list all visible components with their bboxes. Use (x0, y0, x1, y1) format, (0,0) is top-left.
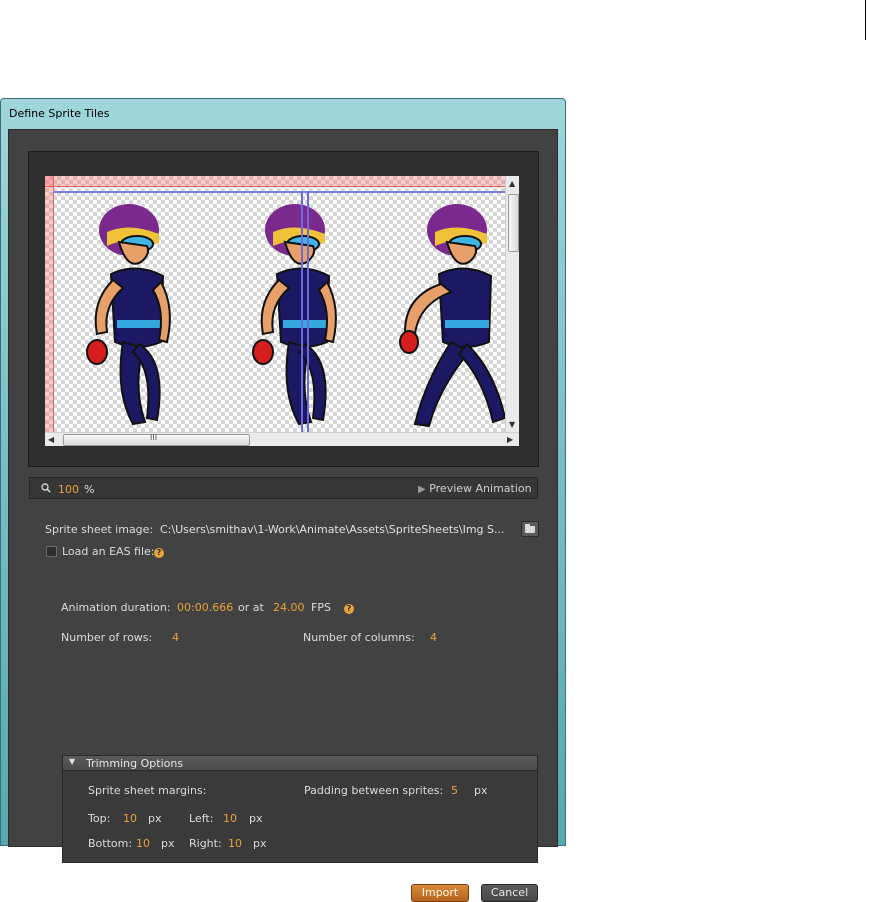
top-right-edge-line (865, 0, 866, 40)
padding-label: Padding between sprites: (304, 784, 444, 797)
animation-duration-value[interactable]: 00:00.666 (177, 601, 233, 614)
scroll-grip-icon: III (150, 433, 158, 442)
bottom-margin-label: Bottom: (88, 837, 133, 850)
trimming-options-panel: Sprite sheet margins: Padding between sp… (62, 771, 538, 863)
top-margin-unit: px (148, 812, 162, 825)
bottom-margin-value[interactable]: 10 (136, 837, 150, 850)
import-button[interactable]: Import (411, 884, 469, 902)
top-margin-value[interactable]: 10 (123, 812, 137, 825)
define-sprite-tiles-dialog: Define Sprite Tiles ▲ ▼ ◀ III ▶ 100 % ▶ … (0, 98, 566, 902)
trimming-options-header[interactable]: ▼ Trimming Options (62, 755, 538, 771)
sprite-preview-panel: ▲ ▼ ◀ III ▶ (28, 151, 539, 467)
zoom-unit: % (84, 483, 95, 496)
rows-value[interactable]: 4 (172, 631, 179, 644)
top-margin-overlay (45, 176, 505, 187)
sprite-character-frame-2 (252, 204, 337, 426)
load-eas-label: Load an EAS file: (62, 545, 155, 558)
scroll-up-arrow-icon[interactable]: ▲ (509, 179, 515, 188)
trimming-options-title: Trimming Options (86, 757, 184, 770)
zoom-value[interactable]: 100 (58, 483, 79, 496)
rows-label: Number of rows: (61, 631, 153, 644)
play-icon: ▶ (418, 484, 426, 495)
tile-boundary-horizontal (53, 191, 505, 193)
top-margin-label: Top: (88, 812, 111, 825)
sprite-sheet-margins-label: Sprite sheet margins: (88, 784, 207, 797)
title-bar[interactable]: Define Sprite Tiles (1, 99, 565, 127)
right-margin-label: Right: (189, 837, 222, 850)
folder-icon (525, 526, 535, 533)
columns-value[interactable]: 4 (430, 631, 437, 644)
sprite-sheet-label: Sprite sheet image: (45, 523, 154, 536)
browse-folder-button[interactable] (521, 521, 539, 537)
magnifier-icon (41, 483, 51, 493)
left-margin-unit: px (249, 812, 263, 825)
cancel-button[interactable]: Cancel (481, 884, 538, 902)
bottom-margin-unit: px (161, 837, 175, 850)
scroll-down-arrow-icon[interactable]: ▼ (509, 420, 515, 429)
left-margin-overlay (45, 176, 54, 432)
fps-value[interactable]: 24.00 (273, 601, 305, 614)
vertical-scroll-thumb[interactable] (508, 194, 519, 252)
vertical-scrollbar[interactable]: ▲ ▼ (505, 176, 519, 432)
horizontal-scroll-thumb[interactable]: III (63, 433, 250, 446)
right-margin-unit: px (253, 837, 267, 850)
sprite-canvas[interactable] (45, 176, 505, 432)
preview-animation-label: Preview Animation (429, 482, 532, 495)
sprite-character-frame-1 (86, 204, 171, 426)
tile-boundary-vertical-1 (301, 191, 303, 432)
fps-label: FPS (311, 601, 331, 614)
collapse-triangle-icon: ▼ (69, 757, 76, 766)
scroll-left-arrow-icon[interactable]: ◀ (48, 435, 54, 444)
or-at-label: or at (238, 601, 264, 614)
columns-label: Number of columns: (303, 631, 415, 644)
scroll-right-arrow-icon[interactable]: ▶ (507, 435, 513, 444)
sprite-character-frame-3 (399, 204, 505, 428)
padding-value[interactable]: 5 (451, 784, 458, 797)
tile-boundary-vertical-2 (307, 191, 309, 432)
dialog-body: ▲ ▼ ◀ III ▶ 100 % ▶ Preview Animation Sp… (8, 129, 558, 902)
dialog-title: Define Sprite Tiles (9, 107, 110, 120)
zoom-toolbar: 100 % ▶ Preview Animation (29, 477, 538, 499)
left-margin-label: Left: (189, 812, 214, 825)
load-eas-checkbox[interactable] (46, 546, 57, 557)
fps-help-icon[interactable]: ? (344, 602, 354, 615)
animation-duration-label: Animation duration: (61, 601, 171, 614)
sprite-sheet-path: C:\Users\smithav\1-Work\Animate\Assets\S… (160, 523, 505, 536)
padding-unit: px (474, 784, 488, 797)
horizontal-scrollbar[interactable]: ◀ III ▶ (45, 432, 519, 446)
right-margin-value[interactable]: 10 (228, 837, 242, 850)
eas-help-icon[interactable]: ? (154, 546, 164, 559)
preview-animation-button[interactable]: ▶ Preview Animation (418, 482, 532, 495)
left-margin-value[interactable]: 10 (223, 812, 237, 825)
